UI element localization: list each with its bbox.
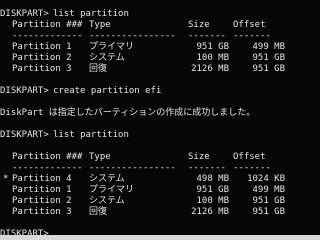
column-offset: Offset <box>233 20 266 30</box>
partition-number: Partition 3 <box>12 207 72 217</box>
partition-number: Partition 1 <box>12 185 72 195</box>
table-row: * Partition 4 システム 498 MB 1024 KB <box>0 174 320 185</box>
partition-offset: 951 GB <box>252 64 285 74</box>
column-type: ---------------- <box>89 31 176 41</box>
prompt-line: DISKPART> create partition efi <box>0 86 320 97</box>
table-row: Partition 2 システム 100 MB 951 GB <box>0 196 320 207</box>
partition-size: 2126 MB <box>191 207 229 217</box>
selected-marker: * <box>3 174 9 184</box>
column-type: ---------------- <box>89 163 176 173</box>
prompt-label: DISKPART> <box>0 130 49 140</box>
partition-type: システム <box>89 174 125 184</box>
column-partition: Partition ### <box>12 20 83 30</box>
partition-offset: 951 GB <box>252 196 285 206</box>
command-text: list partition <box>53 9 129 19</box>
partition-number: Partition 2 <box>12 53 72 63</box>
console-window[interactable]: DISKPART> list partition Partition ### Type… <box>0 0 320 240</box>
partition-number: Partition 4 <box>12 174 72 184</box>
partition-number: Partition 1 <box>12 42 72 52</box>
partition-offset: 951 GB <box>252 207 285 217</box>
taskbar-strip <box>0 235 320 240</box>
table-row: Partition 1 プライマリ 951 GB 499 MB <box>0 185 320 196</box>
partition-type: システム <box>89 196 125 206</box>
column-offset: Offset <box>233 152 266 162</box>
partition-size: 100 MB <box>196 196 229 206</box>
partition-size: 951 GB <box>196 185 229 195</box>
partition-size: 951 GB <box>196 42 229 52</box>
prompt-line: DISKPART> list partition <box>0 130 320 141</box>
column-offset: ------- <box>233 163 271 173</box>
table-header: Partition ### Type Size Offset <box>0 20 320 31</box>
partition-number: Partition 3 <box>12 64 72 74</box>
column-size: Size <box>188 20 210 30</box>
prompt-label: DISKPART> <box>0 86 49 96</box>
partition-offset: 499 MB <box>252 42 285 52</box>
column-offset: ------- <box>233 31 271 41</box>
result-message: DiskPart は指定したパーティションの作成に成功しました。 <box>0 108 320 119</box>
table-separator: ------------- ---------------- ------- ----… <box>0 31 320 42</box>
table-header: Partition ### Type Size Offset <box>0 152 320 163</box>
partition-size: 100 MB <box>196 53 229 63</box>
partition-offset: 1024 KB <box>247 174 285 184</box>
command-text: list partition <box>53 130 129 140</box>
column-type: Type <box>89 20 111 30</box>
command-text: create partition efi <box>53 86 162 96</box>
column-size: ------- <box>188 31 226 41</box>
table-row: Partition 1 プライマリ 951 GB 499 MB <box>0 42 320 53</box>
partition-type: 回復 <box>89 64 108 74</box>
table-row: Partition 3 回復 2126 MB 951 GB <box>0 207 320 218</box>
message-text: DiskPart は指定したパーティションの作成に成功しました。 <box>0 108 256 118</box>
column-partition: ------------- <box>12 31 83 41</box>
prompt-label: DISKPART> <box>0 9 49 19</box>
prompt-line: DISKPART> list partition <box>0 9 320 20</box>
partition-type: プライマリ <box>89 185 135 195</box>
partition-type: 回復 <box>89 207 108 217</box>
column-partition: Partition ### <box>12 152 83 162</box>
table-row: Partition 2 システム 100 MB 951 GB <box>0 53 320 64</box>
partition-number: Partition 2 <box>12 196 72 206</box>
partition-type: プライマリ <box>89 42 135 52</box>
partition-size: 2126 MB <box>191 64 229 74</box>
partition-type: システム <box>89 53 125 63</box>
partition-size: 498 MB <box>196 174 229 184</box>
table-row: Partition 3 回復 2126 MB 951 GB <box>0 64 320 75</box>
column-type: Type <box>89 152 111 162</box>
partition-offset: 499 MB <box>252 185 285 195</box>
table-separator: ------------- ---------------- ------- ----… <box>0 163 320 174</box>
column-partition: ------------- <box>12 163 83 173</box>
partition-offset: 951 GB <box>252 53 285 63</box>
column-size: ------- <box>188 163 226 173</box>
column-size: Size <box>188 152 210 162</box>
